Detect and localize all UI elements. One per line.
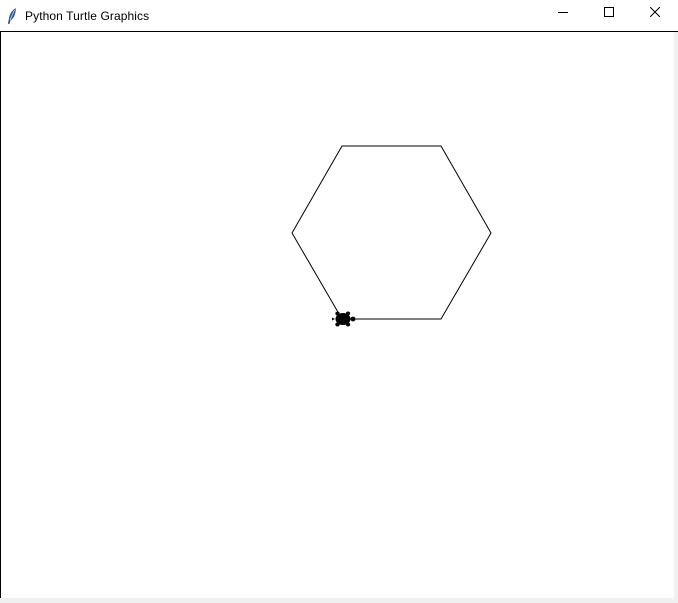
window-controls bbox=[540, 0, 678, 26]
turtle-icon bbox=[332, 311, 356, 327]
close-icon bbox=[649, 4, 661, 22]
title-bar[interactable]: Python Turtle Graphics bbox=[0, 0, 678, 31]
window-right-edge bbox=[674, 32, 678, 603]
drawing-surface bbox=[291, 145, 492, 327]
feather-icon bbox=[6, 7, 18, 24]
maximize-icon bbox=[604, 4, 614, 22]
maximize-button[interactable] bbox=[586, 0, 632, 26]
hexagon-path bbox=[291, 145, 492, 320]
turtle-window: Python Turtle Graphics bbox=[0, 0, 678, 603]
close-button[interactable] bbox=[632, 0, 678, 26]
minimize-icon bbox=[558, 4, 568, 22]
window-bottom-edge bbox=[0, 598, 678, 603]
window-left-border bbox=[0, 32, 1, 598]
minimize-button[interactable] bbox=[540, 0, 586, 26]
turtle-canvas[interactable] bbox=[0, 32, 678, 603]
window-title: Python Turtle Graphics bbox=[25, 8, 150, 23]
